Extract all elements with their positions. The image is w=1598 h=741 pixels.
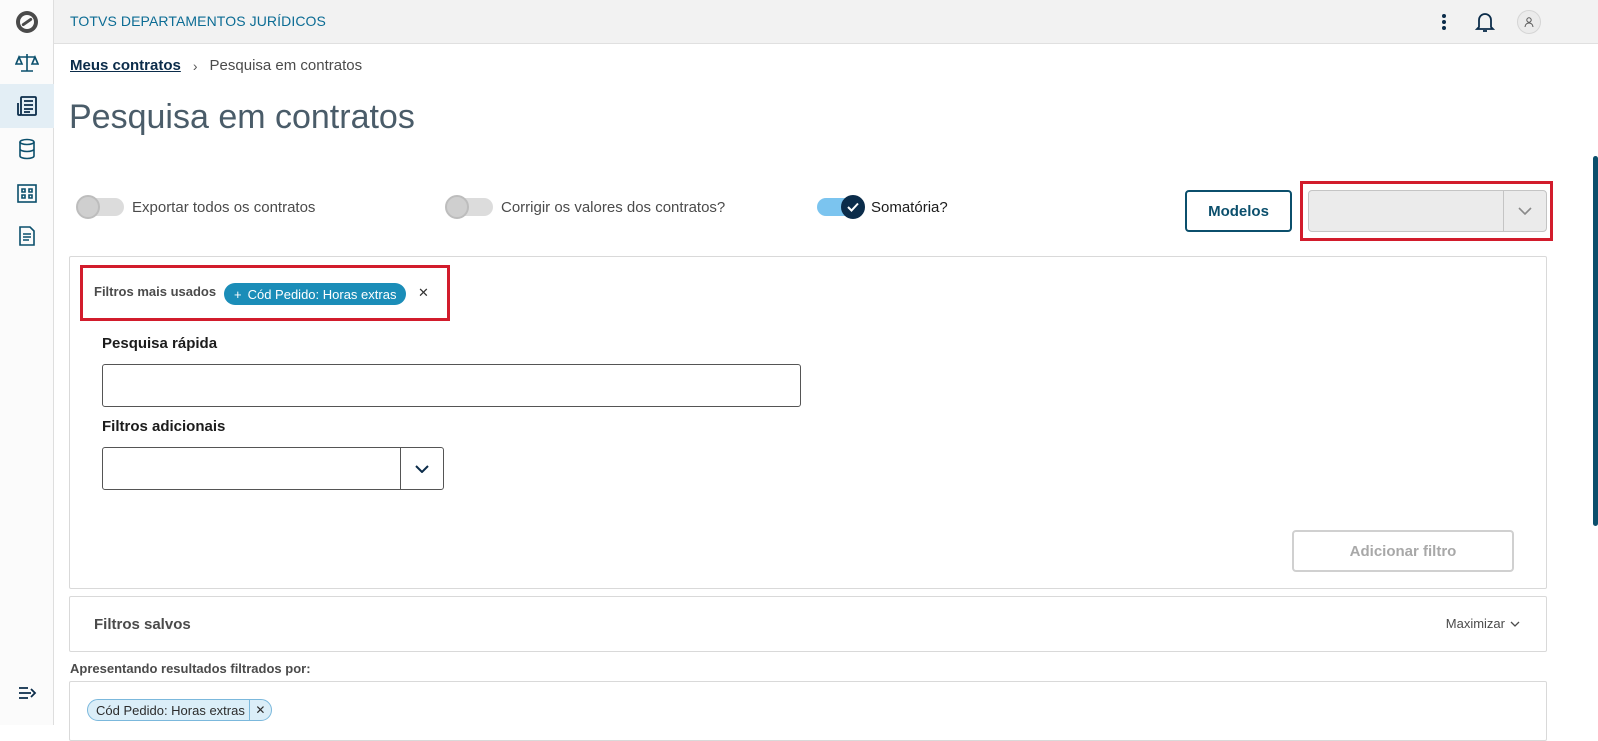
toggle-export-all[interactable]: Exportar todos os contratos [76, 195, 316, 219]
quick-search-input[interactable] [102, 364, 801, 407]
breadcrumb-current: Pesquisa em contratos [209, 57, 363, 74]
toggle-knob [841, 195, 865, 219]
modelos-select[interactable] [1308, 190, 1547, 232]
top-bar: TOTVS DEPARTAMENTOS JURÍDICOS [54, 0, 1598, 44]
scrollbar[interactable] [1593, 156, 1598, 526]
chevron-down-icon[interactable] [1504, 191, 1546, 231]
toggle-switch[interactable] [76, 195, 124, 219]
saved-filters-title: Filtros salvos [94, 616, 191, 633]
document-icon[interactable] [0, 214, 54, 258]
toggle-sum[interactable]: Somatória? [817, 195, 948, 219]
notification-bell-icon[interactable] [1471, 8, 1499, 36]
user-avatar[interactable] [1515, 8, 1543, 36]
additional-filters-select[interactable] [102, 447, 444, 490]
chevron-down-icon[interactable] [401, 448, 443, 489]
chevron-down-icon [1510, 621, 1520, 627]
saved-filters-panel: Filtros salvos Maximizar [69, 596, 1547, 652]
maximize-label: Maximizar [1445, 616, 1505, 631]
results-label: Apresentando resultados filtrados por: [70, 661, 311, 676]
plus-icon: + [234, 286, 242, 302]
chip-label: Cód Pedido: Horas extras [96, 702, 245, 718]
add-filter-button[interactable]: Adicionar filtro [1292, 530, 1514, 572]
app-title: TOTVS DEPARTAMENTOS JURÍDICOS [70, 13, 326, 29]
check-icon [847, 202, 859, 212]
toggle-knob [445, 195, 469, 219]
collapse-menu-icon[interactable] [0, 671, 54, 715]
contracts-icon[interactable] [0, 84, 54, 128]
toggle-knob [76, 195, 100, 219]
remove-chip-icon[interactable]: ✕ [248, 700, 271, 720]
database-icon[interactable] [0, 127, 54, 171]
maximize-button[interactable]: Maximizar [1446, 616, 1520, 631]
results-panel [69, 681, 1547, 741]
toggle-switch[interactable] [445, 195, 493, 219]
close-icon[interactable]: ✕ [418, 285, 429, 301]
most-used-filter-chip[interactable]: + Cód Pedido: Horas extras [224, 283, 407, 305]
additional-filters-label: Filtros adicionais [102, 418, 226, 435]
chip-label: Cód Pedido: Horas extras [247, 286, 397, 302]
breadcrumb-separator-icon: › [192, 57, 198, 74]
user-avatar-icon [1517, 10, 1541, 34]
toggle-label: Somatória? [871, 198, 948, 216]
toggle-correct-values[interactable]: Corrigir os valores dos contratos? [445, 195, 726, 219]
most-used-filters-label: Filtros mais usados [94, 284, 217, 299]
toggle-label: Exportar todos os contratos [132, 198, 316, 216]
page-title: Pesquisa em contratos [69, 98, 415, 136]
toggle-label: Corrigir os valores dos contratos? [501, 198, 726, 216]
building-icon[interactable] [0, 171, 54, 215]
breadcrumb-link-meus-contratos[interactable]: Meus contratos [70, 57, 181, 74]
sidebar [0, 0, 54, 725]
modelos-button[interactable]: Modelos [1185, 190, 1292, 232]
result-filter-chip[interactable]: Cód Pedido: Horas extras ✕ [87, 699, 272, 721]
toggle-switch[interactable] [817, 195, 865, 219]
quick-search-label: Pesquisa rápida [102, 335, 218, 352]
totvs-logo-icon[interactable] [0, 0, 54, 44]
scale-icon[interactable] [0, 41, 54, 85]
more-options-icon[interactable] [1430, 8, 1458, 36]
breadcrumb: Meus contratos › Pesquisa em contratos [70, 57, 362, 74]
